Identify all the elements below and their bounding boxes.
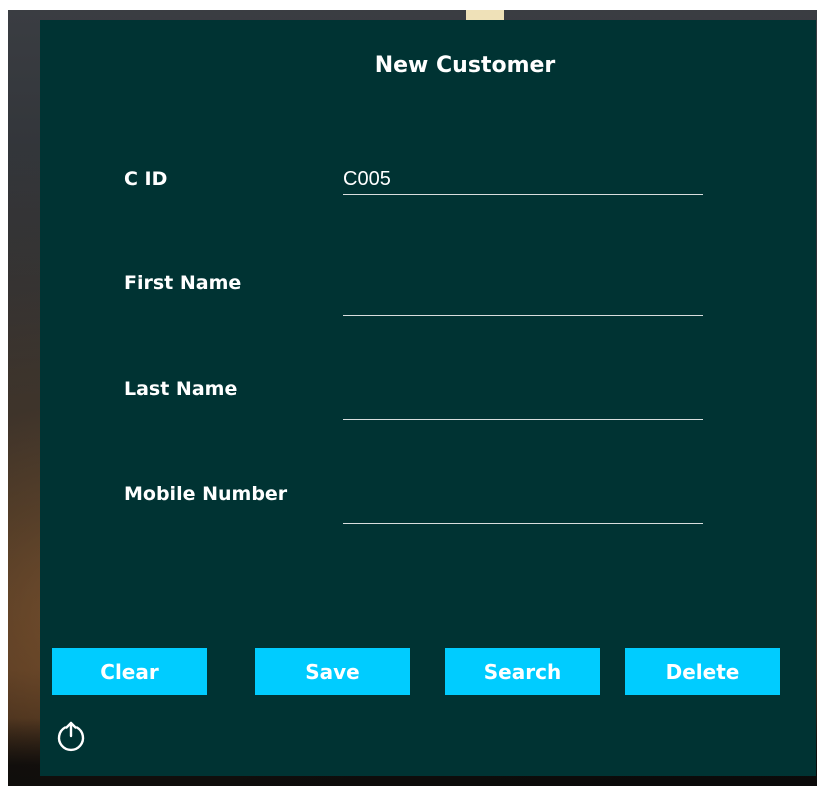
save-button[interactable]: Save [255, 648, 410, 695]
last-name-field[interactable] [343, 389, 703, 420]
new-customer-panel: New Customer C ID First Name Last Name M… [40, 20, 816, 776]
mobile-number-input[interactable] [343, 493, 703, 523]
background-light [466, 10, 504, 20]
delete-button[interactable]: Delete [625, 648, 780, 695]
form-title: New Customer [374, 53, 556, 78]
clear-button[interactable]: Clear [52, 648, 207, 695]
last-name-label: Last Name [124, 378, 238, 400]
customer-id-field[interactable] [343, 164, 703, 195]
first-name-input[interactable] [343, 285, 703, 315]
search-button[interactable]: Search [445, 648, 600, 695]
customer-id-input[interactable] [343, 164, 703, 194]
mobile-number-field[interactable] [343, 493, 703, 524]
first-name-label: First Name [124, 272, 242, 294]
customer-id-label: C ID [124, 168, 168, 190]
first-name-field[interactable] [343, 285, 703, 316]
mobile-number-label: Mobile Number [124, 483, 288, 505]
power-icon[interactable] [54, 719, 88, 753]
last-name-input[interactable] [343, 389, 703, 419]
